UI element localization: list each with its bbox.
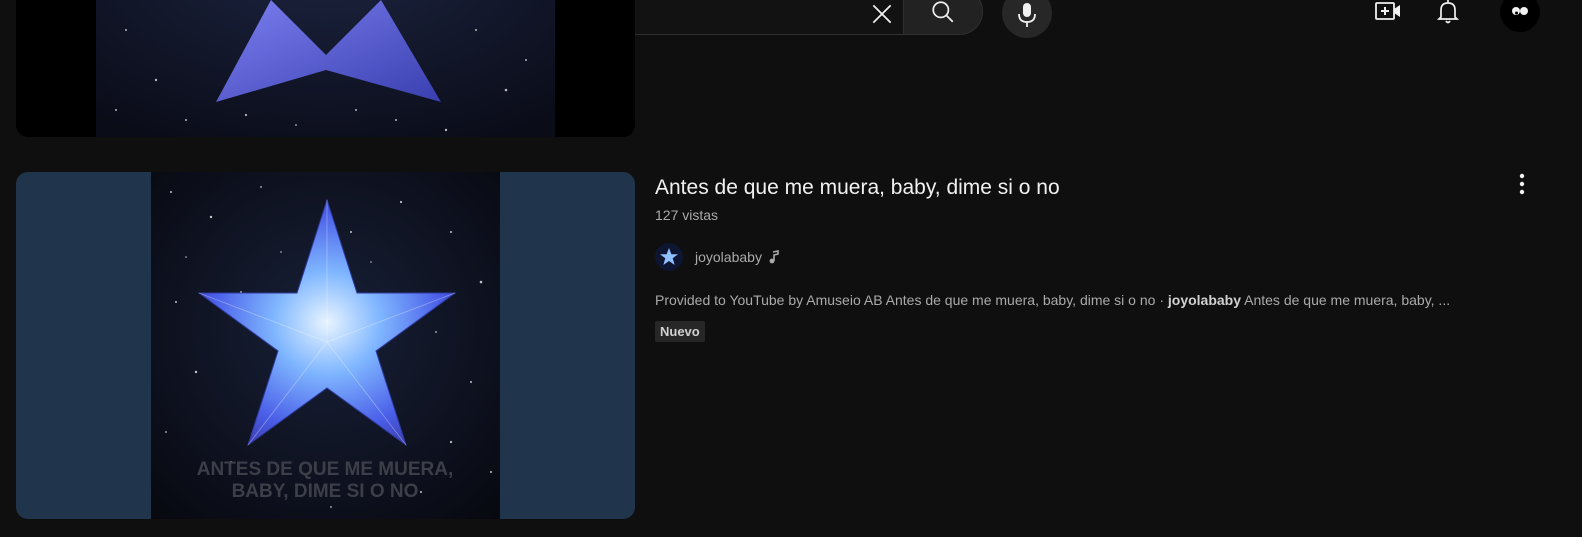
description-text-end: Antes de que me muera, baby, ... (1241, 292, 1451, 308)
new-badge: Nuevo (655, 321, 705, 342)
thumbnail-caption-line2: BABY, DIME SI O NO (232, 481, 419, 502)
thumbnail-caption-line1: ANTES DE QUE ME MUERA, (197, 459, 454, 480)
more-vertical-icon (1519, 173, 1525, 195)
search-button[interactable] (903, 0, 983, 35)
channel-name[interactable]: joyolababy (695, 249, 762, 265)
notifications-button[interactable] (1430, 0, 1466, 30)
search-icon (932, 1, 954, 23)
view-count: 127 vistas (655, 207, 719, 223)
channel-link[interactable]: joyolababy (655, 243, 780, 271)
close-icon (872, 4, 892, 24)
video-title[interactable]: Antes de que me muera, baby, dime si o n… (655, 176, 1060, 200)
user-avatar-icon (1512, 7, 1528, 15)
microphone-icon (1018, 3, 1036, 27)
star-artwork: ANTES DE QUE ME MUERA, BABY, DIME SI O N… (151, 172, 500, 519)
channel-avatar[interactable] (655, 243, 683, 271)
previous-result-thumbnail[interactable] (16, 0, 635, 137)
video-camera-plus-icon (1375, 2, 1400, 20)
star-artwork (96, 0, 555, 137)
create-button[interactable] (1370, 0, 1406, 30)
account-avatar[interactable] (1500, 0, 1540, 32)
more-actions-button[interactable] (1506, 168, 1538, 200)
bell-icon (1436, 0, 1460, 24)
description-text: Provided to YouTube by Amuseio AB Antes … (655, 292, 1168, 308)
clear-search-button[interactable] (862, 0, 902, 34)
music-note-icon (768, 250, 780, 264)
voice-search-button[interactable] (1002, 0, 1052, 38)
video-description: Provided to YouTube by Amuseio AB Antes … (655, 292, 1515, 308)
youtube-search-results-page: joyolababy (0, 0, 1582, 537)
video-thumbnail[interactable]: ANTES DE QUE ME MUERA, BABY, DIME SI O N… (16, 172, 635, 519)
description-highlight: joyolababy (1167, 292, 1242, 308)
star-avatar-icon (660, 248, 678, 265)
